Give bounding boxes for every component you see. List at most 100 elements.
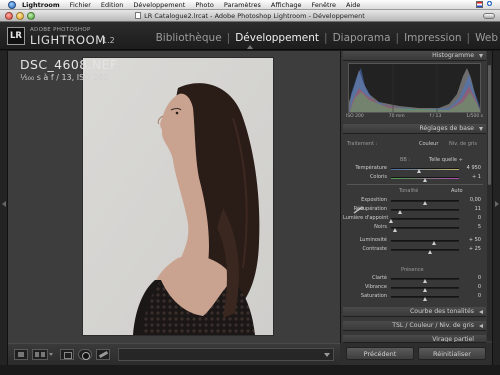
right-edge-strip[interactable] <box>492 51 500 365</box>
slider-label: Vibrance <box>365 284 387 290</box>
histogram-aperture: f / 13 <box>429 114 442 119</box>
collapse-top-panel-icon[interactable] <box>247 45 253 49</box>
histogram-shutter: 1/500 s <box>466 114 483 119</box>
slider-value[interactable]: 0 <box>463 215 481 221</box>
tone-auto-button[interactable]: Auto <box>451 188 463 194</box>
slider-value[interactable]: 5 <box>463 224 481 230</box>
slider-label: Clarté <box>371 275 387 281</box>
module-separator: | <box>466 32 471 44</box>
hsl-header[interactable]: TSL / Couleur / Niv. de gris <box>343 321 486 331</box>
histogram-header[interactable]: Histogramme <box>343 51 486 61</box>
previous-button[interactable]: Précédent <box>346 347 414 360</box>
module-impression[interactable]: Impression <box>404 32 461 44</box>
crop-tool-icon[interactable] <box>60 349 74 360</box>
toolbar-content-select[interactable] <box>118 348 334 361</box>
slider-thumb[interactable] <box>432 241 437 245</box>
module-picker: Bibliothèque | Développement | Diaporama… <box>151 32 498 44</box>
portrait-photo <box>83 58 273 335</box>
slider-label: Contraste <box>362 246 387 252</box>
slider-track[interactable] <box>391 168 459 170</box>
slider-value[interactable]: 0 <box>463 293 481 299</box>
slider-thumb[interactable] <box>422 279 427 283</box>
window-title-bar: LR Catalogue2.lrcat - Adobe Photoshop Li… <box>0 10 500 22</box>
menu-developpement[interactable]: Développement <box>133 0 185 10</box>
slider-thumb[interactable] <box>422 201 427 205</box>
slider-value[interactable]: 0 <box>463 284 481 290</box>
menu-lightroom[interactable]: Lightroom <box>22 0 60 10</box>
slider-value[interactable]: + 1 <box>463 174 481 180</box>
slider-thumb[interactable] <box>422 178 427 182</box>
flag-icon[interactable] <box>476 1 483 8</box>
wb-select[interactable]: Telle quelle ÷ <box>429 157 463 163</box>
histogram-iso: ISO 200 <box>346 114 364 119</box>
reset-button[interactable]: Réinitialiser <box>418 347 486 360</box>
slider-thumb[interactable] <box>388 219 393 223</box>
menu-aide[interactable]: Aide <box>346 0 360 10</box>
spotlight-icon[interactable] <box>487 1 494 8</box>
left-panel-collapsed[interactable] <box>0 51 8 365</box>
slider-value[interactable]: 11 <box>463 206 481 212</box>
slider-value[interactable]: 0,00 <box>463 197 481 203</box>
slider-label: Exposition <box>361 197 387 203</box>
histogram-meta: ISO 200 70 mm f / 13 1/500 s <box>346 114 483 119</box>
module-web[interactable]: Web <box>475 32 498 44</box>
menu-parametres[interactable]: Paramètres <box>224 0 261 10</box>
minimize-icon[interactable] <box>16 12 24 20</box>
collapse-right-icon[interactable] <box>495 201 499 207</box>
before-after-icon[interactable] <box>32 349 53 360</box>
slider-label: Température <box>355 165 387 171</box>
slider-label: Lumière d'appoint <box>343 215 389 221</box>
tone-curve-header[interactable]: Courbe des tonalités <box>343 307 486 317</box>
chevron-down-icon[interactable] <box>49 353 53 356</box>
slider-label: Coloris <box>369 174 387 180</box>
treatment-label: Traitement : <box>347 141 378 147</box>
module-diaporama[interactable]: Diaporama <box>333 32 391 44</box>
slider-value[interactable]: + 25 <box>463 246 481 252</box>
slider-track[interactable] <box>391 227 459 229</box>
close-icon[interactable] <box>5 12 13 20</box>
menu-affichage[interactable]: Affichage <box>271 0 302 10</box>
expand-left-icon <box>479 310 483 314</box>
loupe-view-icon[interactable] <box>14 349 28 360</box>
panel-scroll-thumb[interactable] <box>488 65 491 185</box>
slider-thumb[interactable] <box>417 169 422 173</box>
menu-fenetre[interactable]: Fenêtre <box>311 0 336 10</box>
photo-preview[interactable] <box>83 58 273 335</box>
histogram-chart[interactable] <box>348 63 481 113</box>
right-panel: Histogramme ISO 200 70 mm f / 13 1/500 s… <box>340 51 492 365</box>
red-eye-tool-icon[interactable] <box>78 349 92 360</box>
presence-title: Présence <box>401 267 424 273</box>
slider-thumb[interactable] <box>393 228 398 232</box>
slider-label: Saturation <box>360 293 387 299</box>
treatment-grayscale[interactable]: Niv. de gris <box>449 141 477 147</box>
menu-fichier[interactable]: Fichier <box>70 0 91 10</box>
slider-track[interactable] <box>391 240 459 242</box>
zoom-icon[interactable] <box>27 12 35 20</box>
mac-menu-bar: Lightroom Fichier Edition Développement … <box>0 0 500 10</box>
panel-scrollbar[interactable] <box>487 51 492 341</box>
chevron-down-icon[interactable] <box>324 353 330 357</box>
apple-logo-icon[interactable] <box>8 0 16 9</box>
menu-edition[interactable]: Edition <box>101 0 124 10</box>
toolbar-toggle-icon[interactable] <box>483 13 495 19</box>
basic-header[interactable]: Réglages de base <box>343 124 486 134</box>
split-toning-header[interactable]: Virage partiel <box>343 335 486 343</box>
slider-track[interactable] <box>391 218 459 220</box>
treatment-color[interactable]: Couleur <box>419 141 438 147</box>
image-canvas[interactable]: DSC_4608.NEF ¹⁄₅₀₀ s à f / 13, ISO 200 <box>8 51 340 343</box>
histogram-focal: 70 mm <box>388 114 405 119</box>
slider-value[interactable]: 0 <box>463 275 481 281</box>
remove-spots-tool-icon[interactable] <box>96 349 110 360</box>
expand-left-icon[interactable] <box>2 201 6 207</box>
module-developpement[interactable]: Développement <box>235 32 319 44</box>
slider-value[interactable]: + 50 <box>463 237 481 243</box>
slider-thumb[interactable] <box>398 210 403 214</box>
slider-thumb[interactable] <box>427 250 432 254</box>
slider-track[interactable] <box>391 249 459 251</box>
menu-photo[interactable]: Photo <box>195 0 214 10</box>
module-bibliotheque[interactable]: Bibliothèque <box>156 32 222 44</box>
slider-thumb[interactable] <box>422 297 427 301</box>
tone-title: Tonalité <box>399 188 419 194</box>
slider-thumb[interactable] <box>422 288 427 292</box>
slider-value[interactable]: 4 950 <box>463 165 481 171</box>
